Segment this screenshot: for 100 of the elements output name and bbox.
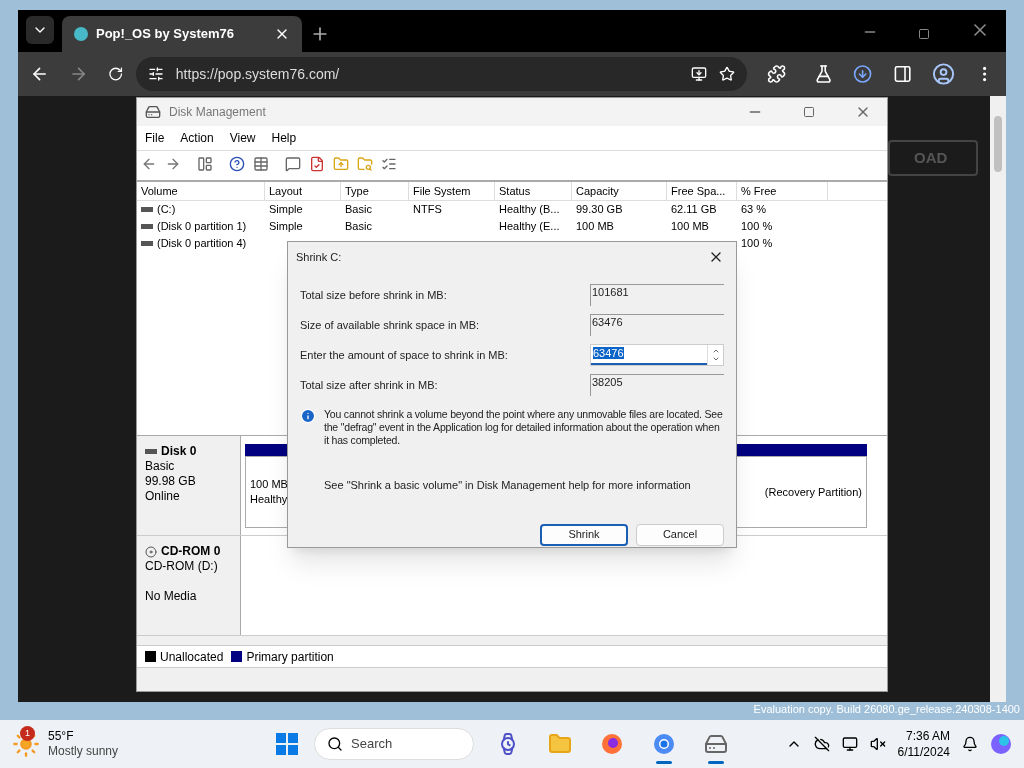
disk-info: 99.98 GB: [145, 474, 197, 489]
disk-name: CD-ROM 0: [161, 544, 221, 559]
window-title: Disk Management: [169, 104, 267, 121]
tab-list-button[interactable]: [26, 16, 54, 44]
side-panel-icon[interactable]: [892, 64, 912, 84]
partition-block[interactable]: (Recovery Partition): [760, 457, 866, 527]
menu-item[interactable]: Help: [271, 129, 297, 147]
spin-down-icon[interactable]: [711, 355, 720, 363]
flask-icon[interactable]: [814, 64, 834, 84]
drive-icon: [145, 104, 161, 120]
bell-icon[interactable]: [962, 736, 978, 752]
legend-label: Primary partition: [246, 648, 334, 666]
clock-date[interactable]: 6/11/2024: [897, 744, 950, 760]
column-header[interactable]: Layout: [265, 182, 341, 200]
table-cell-text: (C:): [157, 202, 176, 217]
disk-info: Basic: [145, 459, 176, 474]
dialog-button[interactable]: Shrink: [540, 523, 628, 546]
column-header[interactable]: % Free: [737, 182, 828, 200]
readonly-field: 63476: [590, 314, 724, 336]
readonly-field: 38205: [590, 374, 724, 396]
chat-icon[interactable]: [285, 155, 301, 172]
column-header[interactable]: Volume: [137, 182, 265, 200]
dialog-title: Shrink C:: [296, 249, 343, 265]
spin-up-icon[interactable]: [711, 347, 720, 355]
partition-info: Healthy: [250, 492, 288, 507]
table-cell-text: 100 %: [741, 236, 773, 251]
table-icon[interactable]: [253, 155, 269, 172]
install-icon[interactable]: [690, 66, 707, 82]
watermark-text: Evaluation copy. Build 26080.ge_release.240308-1400: [753, 702, 1020, 717]
monitor-icon[interactable]: [841, 736, 858, 752]
notification-badge: 1: [20, 726, 35, 741]
disk-name: Disk 0: [161, 444, 197, 459]
info-message: You cannot shrink a volume beyond the point where any unmovable files are located. See the "defrag" event in the Application log for detailed information about the operation when it has completed.: [324, 408, 724, 447]
menu-item[interactable]: Action: [180, 129, 214, 147]
site-logo-icon: [74, 27, 88, 41]
column-header[interactable]: Type: [341, 182, 409, 200]
field-label: Enter the amount of space to shrink in MB:: [300, 347, 508, 363]
info-icon: [300, 408, 316, 424]
partition-info: 100 MB: [250, 477, 288, 492]
help-icon[interactable]: [229, 155, 245, 172]
address-bar[interactable]: https://pop.system76.com/: [135, 57, 747, 91]
search-box[interactable]: Search: [314, 728, 474, 760]
menu-item[interactable]: File: [145, 129, 165, 147]
readonly-field: 101681: [590, 284, 724, 306]
column-header[interactable]: Free Spa...: [667, 182, 737, 200]
volume-icon: [141, 241, 153, 246]
table-cell-text: (Disk 0 partition 4): [157, 236, 247, 251]
column-header[interactable]: Capacity: [572, 182, 667, 200]
table-cell-text: (Disk 0 partition 1): [157, 219, 247, 234]
partition-info: (Recovery Partition): [764, 484, 862, 500]
table-cell-text: Healthy (E...: [499, 219, 560, 234]
search-icon: [327, 736, 343, 752]
table-cell-text: Healthy (B...: [499, 202, 560, 217]
extensions-icon[interactable]: [766, 64, 787, 84]
cloud-off-icon[interactable]: [813, 736, 830, 752]
weather-condition: Mostly sunny: [48, 744, 119, 759]
drive-icon[interactable]: [704, 732, 728, 756]
help-text: See "Shrink a basic volume" in Disk Management help for more information: [324, 478, 692, 493]
table-cell-text: NTFS: [413, 202, 442, 217]
table-cell-text: 100 MB: [671, 219, 709, 234]
table-cell-text: 100 MB: [576, 219, 614, 234]
disk-info: Online: [145, 489, 181, 504]
disk-info: No Media: [145, 589, 198, 604]
field-label: Size of available shrink space in MB:: [300, 317, 480, 333]
maximize-icon[interactable]: [918, 28, 930, 40]
maximize-icon[interactable]: [803, 106, 815, 118]
tab-title: Pop!_OS by System76: [96, 25, 235, 44]
table-cell-text: Basic: [345, 202, 372, 217]
search-placeholder: Search: [351, 735, 394, 754]
table-cell-text: 99.30 GB: [576, 202, 623, 217]
table-cell-text: 63 %: [741, 202, 767, 217]
panel-icon[interactable]: [197, 155, 213, 172]
disk-info: CD-ROM (D:): [145, 559, 219, 574]
start-icon[interactable]: [276, 733, 298, 755]
reload-icon[interactable]: [108, 66, 124, 82]
mute-icon[interactable]: [869, 736, 886, 752]
site-info-icon[interactable]: [147, 66, 164, 82]
menu-item[interactable]: View: [229, 129, 256, 147]
field-label: Total size after shrink in MB:: [300, 377, 438, 393]
dialog-button[interactable]: Cancel: [636, 523, 724, 546]
browser-icon[interactable]: [652, 732, 676, 756]
disc-icon: [145, 545, 157, 558]
column-header[interactable]: Status: [495, 182, 572, 200]
bookmark-star-icon[interactable]: [718, 66, 735, 82]
shrink-amount-spinbox[interactable]: 63476: [590, 344, 724, 366]
browser-tab[interactable]: Pop!_OS by System76: [62, 16, 302, 52]
url-text: https://pop.system76.com/: [175, 64, 341, 84]
clock-time[interactable]: 7:36 AM: [905, 728, 950, 744]
legend-label: Unallocated: [160, 648, 224, 666]
volume-icon: [141, 207, 153, 212]
download-icon[interactable]: [853, 64, 873, 84]
profile-icon[interactable]: [931, 62, 955, 86]
table-cell-text: 100 %: [741, 219, 773, 234]
table-cell-text: Basic: [345, 219, 372, 234]
field-label: Total size before shrink in MB:: [300, 287, 447, 303]
checklist-icon[interactable]: [309, 155, 325, 172]
column-header[interactable]: File System: [409, 182, 495, 200]
table-cell-text: Simple: [269, 219, 303, 234]
table-cell-text: 62.11 GB: [671, 202, 717, 217]
temperature: 55°F: [48, 729, 75, 744]
